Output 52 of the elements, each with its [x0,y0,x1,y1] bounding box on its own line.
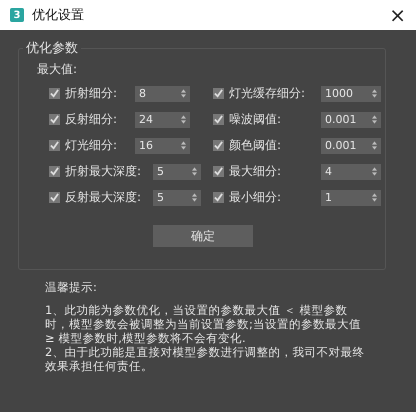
spinner-arrows-icon[interactable] [181,115,186,124]
field-label: 灯光缓存细分: [229,85,306,102]
field-label: 最大细分: [229,163,282,180]
checkbox[interactable] [213,140,224,151]
spinner-field[interactable]: 0.001 [321,112,381,128]
spinner-arrows-icon[interactable] [192,167,197,176]
field-label: 折射最大深度: [65,163,142,180]
checkbox[interactable] [49,140,60,151]
section-label: 最大值: [37,61,78,78]
checkbox[interactable] [49,114,60,125]
window-title: 优化设置 [32,7,85,24]
tip-text: 1、此功能为参数优化，当设置的参数最大值 ＜ 模型参数 [45,303,349,317]
field-label: 灯光细分: [65,137,118,154]
tips-title: 温馨提示: [45,280,98,294]
checkbox[interactable] [49,88,60,99]
close-button[interactable]: × [389,5,406,25]
spinner-field[interactable]: 1000 [321,86,381,102]
checkbox[interactable] [213,114,224,125]
spinner-arrows-icon[interactable] [372,193,377,202]
tip-text: 时，模型参数会被调整为当前设置参数;当设置的参数最大值 [45,317,362,331]
spinner-field[interactable]: 5 [153,164,201,180]
field-label: 反射细分: [65,111,118,128]
spinner-arrows-icon[interactable] [192,193,197,202]
checkbox[interactable] [49,166,60,177]
spinner-field[interactable]: 24 [135,112,190,128]
spinner-field[interactable]: 16 [135,138,190,154]
field-label: 颜色阈值: [229,137,282,154]
spinner-arrows-icon[interactable] [372,167,377,176]
checkbox[interactable] [213,88,224,99]
spinner-field[interactable]: 5 [153,190,201,206]
spinner-arrows-icon[interactable] [372,115,377,124]
spinner-arrows-icon[interactable] [181,141,186,150]
tip-text: 2、由于此功能是直接对模型参数进行调整的，我司不对最终 [45,345,366,359]
spinner-field[interactable]: 0.001 [321,138,381,154]
checkbox[interactable] [49,192,60,203]
checkbox[interactable] [213,166,224,177]
app-icon: 3 [10,8,24,22]
spinner-field[interactable]: 1 [321,190,381,206]
ok-button[interactable]: 确定 [153,225,253,247]
field-label: 反射最大深度: [65,189,142,206]
field-label: 最小细分: [229,189,282,206]
spinner-arrows-icon[interactable] [372,89,377,98]
field-label: 折射细分: [65,85,118,102]
spinner-field[interactable]: 8 [135,86,190,102]
spinner-field[interactable]: 4 [321,164,381,180]
group-legend: 优化参数 [23,39,81,57]
spinner-arrows-icon[interactable] [372,141,377,150]
tip-text: 效果承担任何责任。 [45,359,154,373]
tip-text: ≥ 模型参数时,模型参数将不会有变化. [45,331,247,345]
checkbox[interactable] [213,192,224,203]
field-label: 噪波阈值: [229,111,282,128]
spinner-arrows-icon[interactable] [181,89,186,98]
